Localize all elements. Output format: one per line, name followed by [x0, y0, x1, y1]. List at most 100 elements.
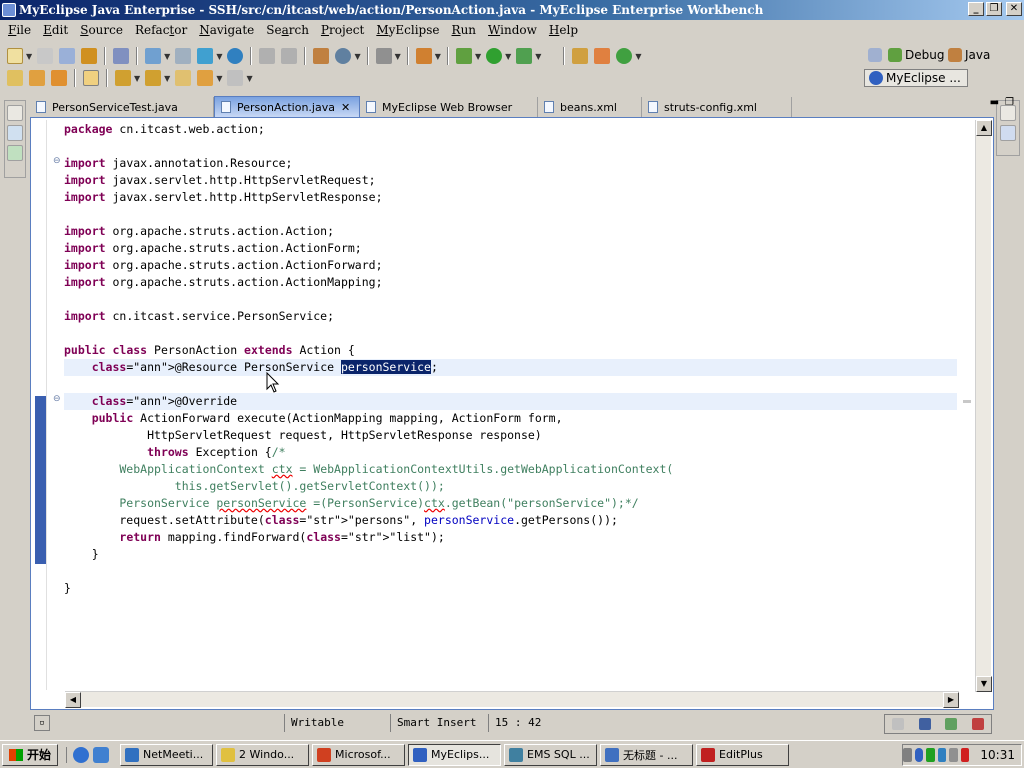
code-line[interactable]: return mapping.findForward(class="str">"…	[64, 529, 957, 546]
package-icon[interactable]	[81, 48, 98, 64]
vertical-scrollbar[interactable]: ▲ ▼	[975, 120, 992, 692]
code-line[interactable]: public ActionForward execute(ActionMappi…	[64, 410, 957, 427]
web-dropdown-arrow[interactable]: ▼	[216, 52, 222, 61]
back-icon[interactable]	[197, 70, 214, 86]
taskbar-item[interactable]: 无标题 - ...	[600, 743, 694, 766]
menu-source[interactable]: Source	[74, 23, 129, 37]
taskbar-item[interactable]: EditPlus	[696, 743, 790, 766]
code-line[interactable]	[64, 376, 957, 393]
back-disabled-icon[interactable]	[259, 48, 276, 64]
config-icon[interactable]	[335, 48, 352, 64]
code-line[interactable]	[64, 325, 957, 342]
debug-perspective-button[interactable]: Debug	[888, 48, 944, 62]
prev-annotation-icon[interactable]	[145, 70, 162, 86]
external-tools-dropdown-arrow[interactable]: ▼	[435, 52, 441, 61]
run-profile-icon[interactable]	[516, 48, 533, 64]
close-icon[interactable]: ✕	[341, 101, 350, 114]
new-class-icon[interactable]	[572, 48, 589, 64]
console-icon[interactable]	[375, 48, 392, 64]
scroll-down-button[interactable]: ▼	[976, 676, 992, 692]
tab-personservicetest-java[interactable]: PersonServiceTest.java	[30, 97, 214, 117]
menu-navigate[interactable]: Navigate	[193, 23, 260, 37]
scroll-left-button[interactable]: ◀	[65, 692, 81, 708]
keyboard-icon[interactable]	[903, 748, 912, 762]
code-line[interactable]	[64, 563, 957, 580]
tab-personaction-java[interactable]: PersonAction.java ✕	[214, 96, 360, 117]
save-icon[interactable]	[37, 48, 54, 64]
internet-explorer-icon[interactable]	[73, 746, 90, 763]
minimize-view-icon[interactable]: ▬	[990, 97, 999, 108]
run-dropdown-arrow[interactable]: ▼	[505, 52, 511, 61]
menu-myeclipse[interactable]: MyEclipse	[370, 23, 445, 37]
code-line[interactable]: import org.apache.struts.action.ActionFo…	[64, 257, 957, 274]
taskbar-item[interactable]: EMS SQL ...	[504, 743, 598, 766]
menu-run[interactable]: Run	[446, 23, 483, 37]
code-line[interactable]: PersonService personService =(PersonServ…	[64, 495, 957, 512]
debug-dropdown-arrow[interactable]: ▼	[475, 52, 481, 61]
volume-icon[interactable]	[949, 748, 958, 762]
code-line[interactable]: class="ann">@Override	[64, 393, 957, 410]
code-line[interactable]: class="ann">@Resource PersonService pers…	[64, 359, 957, 376]
console-dropdown-arrow[interactable]: ▼	[395, 52, 401, 61]
run-icon[interactable]	[486, 48, 503, 64]
restore-view-icon[interactable]	[7, 105, 23, 121]
server-icon[interactable]	[113, 48, 130, 64]
code-line[interactable]	[64, 206, 957, 223]
open-task-icon[interactable]	[29, 70, 45, 86]
prev-annotation-dropdown-arrow[interactable]: ▼	[164, 74, 170, 83]
run-profile-dropdown-arrow[interactable]: ▼	[535, 52, 541, 61]
next-annotation-dropdown-arrow[interactable]: ▼	[134, 74, 140, 83]
code-line[interactable]: }	[64, 580, 957, 597]
new-icon[interactable]	[7, 48, 23, 64]
new-wizard-icon[interactable]	[616, 48, 633, 64]
taskbar-item[interactable]: Microsof...	[312, 743, 406, 766]
code-editor[interactable]: ⊖ ⊖ package cn.itcast.web.action; import …	[30, 117, 994, 710]
open-type-icon[interactable]	[7, 70, 23, 86]
code-line[interactable]: import javax.annotation.Resource;	[64, 155, 957, 172]
restore-icon[interactable]	[892, 718, 905, 730]
new-package-icon[interactable]	[594, 48, 611, 64]
deploy-dropdown-arrow[interactable]: ▼	[164, 52, 170, 61]
code-line[interactable]: this.getServlet().getServletContext());	[64, 478, 957, 495]
taskbar-item[interactable]: MyEclips...	[408, 743, 502, 766]
show-desktop-icon[interactable]	[93, 746, 110, 763]
next-annotation-icon[interactable]	[115, 70, 131, 86]
maximize-view-icon[interactable]: ❐	[1005, 97, 1014, 108]
menu-search[interactable]: Search	[260, 23, 315, 37]
debug-bug-icon[interactable]	[455, 48, 472, 64]
tab-beans-xml[interactable]: beans.xml	[538, 97, 642, 117]
app-tray-icon[interactable]	[960, 748, 970, 762]
new-jsp-icon[interactable]	[313, 48, 330, 64]
back-dropdown-arrow[interactable]: ▼	[216, 74, 222, 83]
code-line[interactable]	[64, 138, 957, 155]
web-project-icon[interactable]	[197, 48, 214, 64]
menu-project[interactable]: Project	[315, 23, 370, 37]
globe-icon[interactable]	[227, 48, 244, 64]
browser-icon[interactable]	[175, 48, 192, 64]
problems-view-icon[interactable]	[971, 718, 984, 730]
menu-edit[interactable]: Edit	[37, 23, 74, 37]
code-line[interactable]: }	[64, 546, 957, 563]
code-line[interactable]: request.setAttribute(class="str">"person…	[64, 512, 957, 529]
search-icon[interactable]	[51, 70, 67, 86]
help-icon[interactable]	[914, 748, 924, 762]
menu-refactor[interactable]: Refactor	[129, 23, 193, 37]
open-perspective-button[interactable]	[868, 48, 885, 62]
scroll-up-button[interactable]: ▲	[976, 120, 992, 136]
network-icon[interactable]	[926, 748, 935, 762]
forward-dropdown-arrow[interactable]: ▼	[246, 74, 252, 83]
tab-myeclipse-web-browser[interactable]: MyEclipse Web Browser	[360, 97, 538, 117]
new-dropdown-arrow[interactable]: ▼	[26, 52, 32, 61]
forward-icon[interactable]	[227, 70, 244, 86]
code-line[interactable]: throws Exception {/*	[64, 444, 957, 461]
print-icon[interactable]	[59, 48, 76, 64]
code-line[interactable]: package cn.itcast.web.action;	[64, 121, 957, 138]
taskbar-item[interactable]: NetMeeti...	[120, 743, 214, 766]
fold-imports-icon[interactable]: ⊖	[53, 156, 61, 166]
code-line[interactable]: import org.apache.struts.action.ActionMa…	[64, 274, 957, 291]
mark-occurrences-icon[interactable]	[83, 70, 99, 86]
code-line[interactable]: HttpServletRequest request, HttpServletR…	[64, 427, 957, 444]
taskbar-item[interactable]: 2 Windo...	[216, 743, 310, 766]
code-line[interactable]: import org.apache.struts.action.ActionFo…	[64, 240, 957, 257]
fast-view-icon[interactable]: ▫	[34, 715, 50, 731]
